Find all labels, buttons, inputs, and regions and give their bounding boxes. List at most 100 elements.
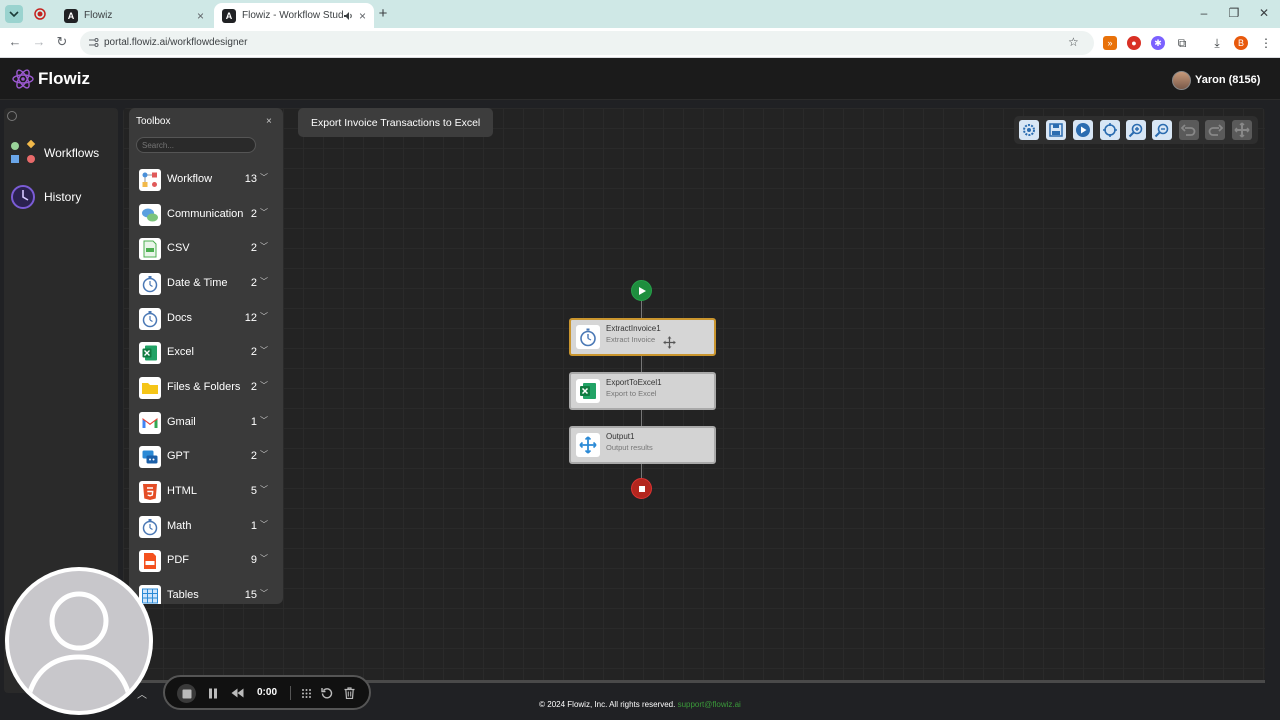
chevron-down-icon[interactable]: ﹀ (260, 172, 268, 183)
kebab-menu-icon[interactable]: ⋮ (1259, 36, 1273, 50)
redo-button[interactable] (1205, 120, 1225, 140)
close-icon[interactable]: × (359, 9, 366, 23)
toolbox-category-html[interactable]: HTML 5 ﹀ (129, 478, 283, 508)
chat-icon (139, 204, 161, 226)
chevron-down-icon[interactable]: ﹀ (260, 449, 268, 460)
new-tab-button[interactable]: + (375, 5, 391, 22)
workflow-step-output1[interactable]: Output1 Output results (569, 426, 716, 464)
workflow-step-exporttoexcel1[interactable]: ExportToExcel1 Export to Excel (569, 372, 716, 410)
bookmark-star-icon[interactable]: ☆ (1068, 35, 1079, 49)
toolbox-category-math[interactable]: Math 1 ﹀ (129, 513, 283, 543)
category-count: 12 (244, 312, 257, 324)
zoom-out-button[interactable] (1152, 120, 1172, 140)
chevron-up-icon[interactable]: ︿ (137, 686, 147, 701)
undo-icon (1181, 124, 1196, 136)
category-count: 9 (250, 554, 257, 566)
toolbox-search-input[interactable] (136, 137, 256, 153)
support-email-link[interactable]: support@flowiz.ai (678, 700, 741, 709)
save-icon (1049, 123, 1063, 137)
browser-toolbar: ← → ↻ portal.flowiz.ai/workflowdesigner … (0, 28, 1280, 58)
chevron-down-icon[interactable]: ﹀ (260, 207, 268, 218)
trash-icon (344, 687, 354, 699)
collapse-icon[interactable] (7, 111, 17, 121)
puzzle-icon[interactable]: ⧉ (1175, 36, 1189, 50)
rewind-button[interactable] (230, 686, 244, 700)
restart-button[interactable] (320, 686, 334, 700)
user-name[interactable]: Yaron (8156) (1195, 74, 1260, 86)
maximize-icon[interactable]: ❐ (1226, 6, 1242, 20)
divider (290, 686, 291, 700)
chevron-down-icon[interactable]: ﹀ (260, 415, 268, 426)
category-label: Workflow (167, 173, 213, 185)
toolbox-category-csv[interactable]: CSV 2 ﹀ (129, 235, 283, 265)
toolbox-category-date-time[interactable]: Date & Time 2 ﹀ (129, 270, 283, 300)
stop-recording-button[interactable] (177, 684, 196, 703)
center-button[interactable] (1100, 120, 1120, 140)
chevron-down-icon[interactable]: ﹀ (260, 519, 268, 530)
delete-recording-button[interactable] (342, 686, 356, 700)
chevron-down-icon[interactable]: ﹀ (260, 276, 268, 287)
category-label: Math (167, 520, 192, 532)
toolbox-category-gmail[interactable]: Gmail 1 ﹀ (129, 409, 283, 439)
stopwatch-icon (580, 328, 596, 347)
workflow-step-extractinvoice1[interactable]: ExtractInvoice1 Extract Invoice (569, 318, 716, 356)
back-icon[interactable]: ← (7, 34, 23, 49)
run-button[interactable] (1073, 120, 1093, 140)
excel-icon (580, 383, 596, 399)
atom-logo-icon[interactable] (12, 68, 34, 90)
move-icon (579, 436, 597, 454)
toolbox-category-tables[interactable]: Tables 15 ﹀ (129, 582, 283, 604)
nav-label: History (44, 190, 82, 204)
extension-icon[interactable]: ✱ (1151, 36, 1165, 50)
toolbox-category-excel[interactable]: Excel 2 ﹀ (129, 339, 283, 369)
restart-icon (321, 688, 333, 699)
close-icon[interactable]: × (266, 116, 272, 127)
tab-flowiz[interactable]: A Flowiz × (56, 3, 212, 28)
category-label: GPT (167, 450, 190, 462)
toolbox-category-pdf[interactable]: PDF 9 ﹀ (129, 547, 283, 577)
end-node[interactable] (631, 478, 652, 499)
download-icon[interactable]: ⤓ (1210, 36, 1224, 50)
toolbox-category-communication[interactable]: Communication 2 ﹀ (129, 201, 283, 231)
chevron-down-icon[interactable]: ﹀ (260, 380, 268, 391)
start-node[interactable] (631, 280, 652, 301)
toolbox-category-docs[interactable]: Docs 12 ﹀ (129, 305, 283, 335)
chevron-down-icon[interactable]: ﹀ (260, 311, 268, 322)
close-window-icon[interactable]: ✕ (1256, 6, 1272, 20)
chevron-down-icon[interactable]: ﹀ (260, 241, 268, 252)
tab-title: Flowiz (84, 10, 113, 21)
toolbox-category-workflow[interactable]: Workflow 13 ﹀ (129, 166, 283, 196)
chevron-down-icon[interactable]: ﹀ (260, 553, 268, 564)
minimize-icon[interactable]: – (1196, 6, 1212, 20)
forward-icon[interactable]: → (31, 34, 47, 49)
profile-avatar[interactable]: B (1234, 36, 1248, 50)
grid-button[interactable] (299, 686, 313, 700)
pause-button[interactable] (206, 686, 220, 700)
tab-search-button[interactable] (5, 5, 23, 23)
omnibox[interactable]: portal.flowiz.ai/workflowdesigner ☆ (80, 31, 1094, 55)
chevron-down-icon[interactable]: ﹀ (260, 484, 268, 495)
extension-icon[interactable]: ● (1127, 36, 1141, 50)
move-button[interactable] (1232, 120, 1252, 140)
nav-item-workflows[interactable]: Workflows (10, 140, 114, 166)
tab-workflow-studio[interactable]: A Flowiz - Workflow Studio × (214, 3, 374, 28)
nav-item-history[interactable]: History (10, 184, 114, 210)
webcam-bubble[interactable] (5, 567, 153, 715)
save-button[interactable] (1046, 120, 1066, 140)
undo-button[interactable] (1179, 120, 1199, 140)
site-info-icon[interactable] (88, 37, 99, 48)
workflow-title[interactable]: Export Invoice Transactions to Excel (298, 108, 494, 137)
chevron-down-icon[interactable]: ﹀ (260, 345, 268, 356)
settings-button[interactable] (1019, 120, 1039, 140)
brand-name[interactable]: Flowiz (38, 69, 90, 89)
recording-tab[interactable] (31, 5, 49, 23)
chevron-down-icon[interactable]: ﹀ (260, 588, 268, 599)
zoom-in-button[interactable] (1126, 120, 1146, 140)
close-icon[interactable]: × (197, 9, 204, 23)
reload-icon[interactable]: ↻ (54, 34, 70, 50)
toolbox-category-files-folders[interactable]: Files & Folders 2 ﹀ (129, 374, 283, 404)
toolbox-category-gpt[interactable]: GPT 2 ﹀ (129, 443, 283, 473)
user-avatar[interactable] (1172, 71, 1191, 90)
rss-extension-icon[interactable]: » (1103, 36, 1117, 50)
speaker-icon[interactable] (343, 11, 353, 21)
